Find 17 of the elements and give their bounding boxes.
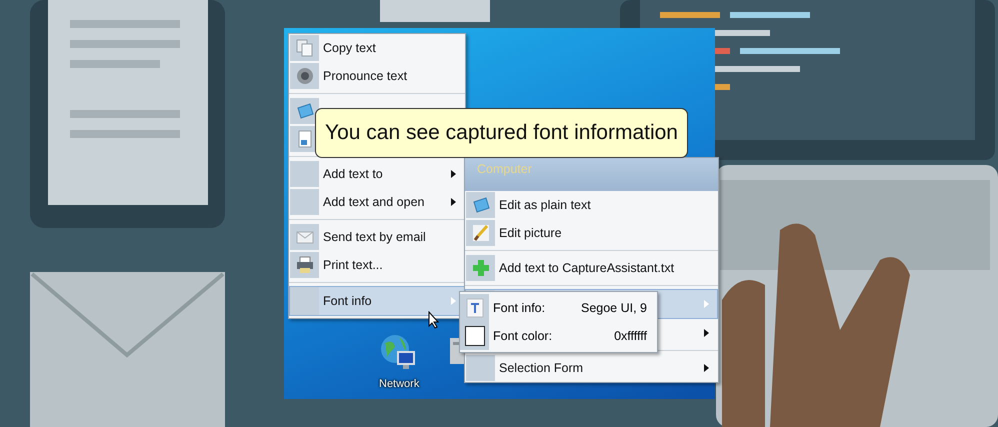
menu-item-label: Pronounce text <box>323 69 408 83</box>
menu-item-label: Font info <box>323 294 372 308</box>
menu-item-label: Selection Form <box>499 361 584 375</box>
menu-item-label: Add text to CaptureAssistant.txt <box>499 261 674 275</box>
font-property-label: Font info: <box>493 301 546 315</box>
menu-item-label: Add text and open <box>323 195 424 209</box>
menu-item-label: Edit as plain text <box>499 198 591 212</box>
font-property-value: 0xffffff <box>614 329 648 343</box>
menu-item-label: Add text to <box>323 167 383 181</box>
menu-header: Computer <box>465 158 718 191</box>
menu-item-label: Send text by email <box>323 230 426 244</box>
tooltip: You can see captured font information <box>315 108 688 158</box>
font-property-label: Font color: <box>493 329 554 343</box>
menu-item-label: Edit picture <box>499 226 562 240</box>
menu-item-label: Print text... <box>323 258 383 272</box>
menu-item-label: Copy text <box>323 41 376 55</box>
font-property-value: Segoe UI, 9 <box>580 301 648 315</box>
